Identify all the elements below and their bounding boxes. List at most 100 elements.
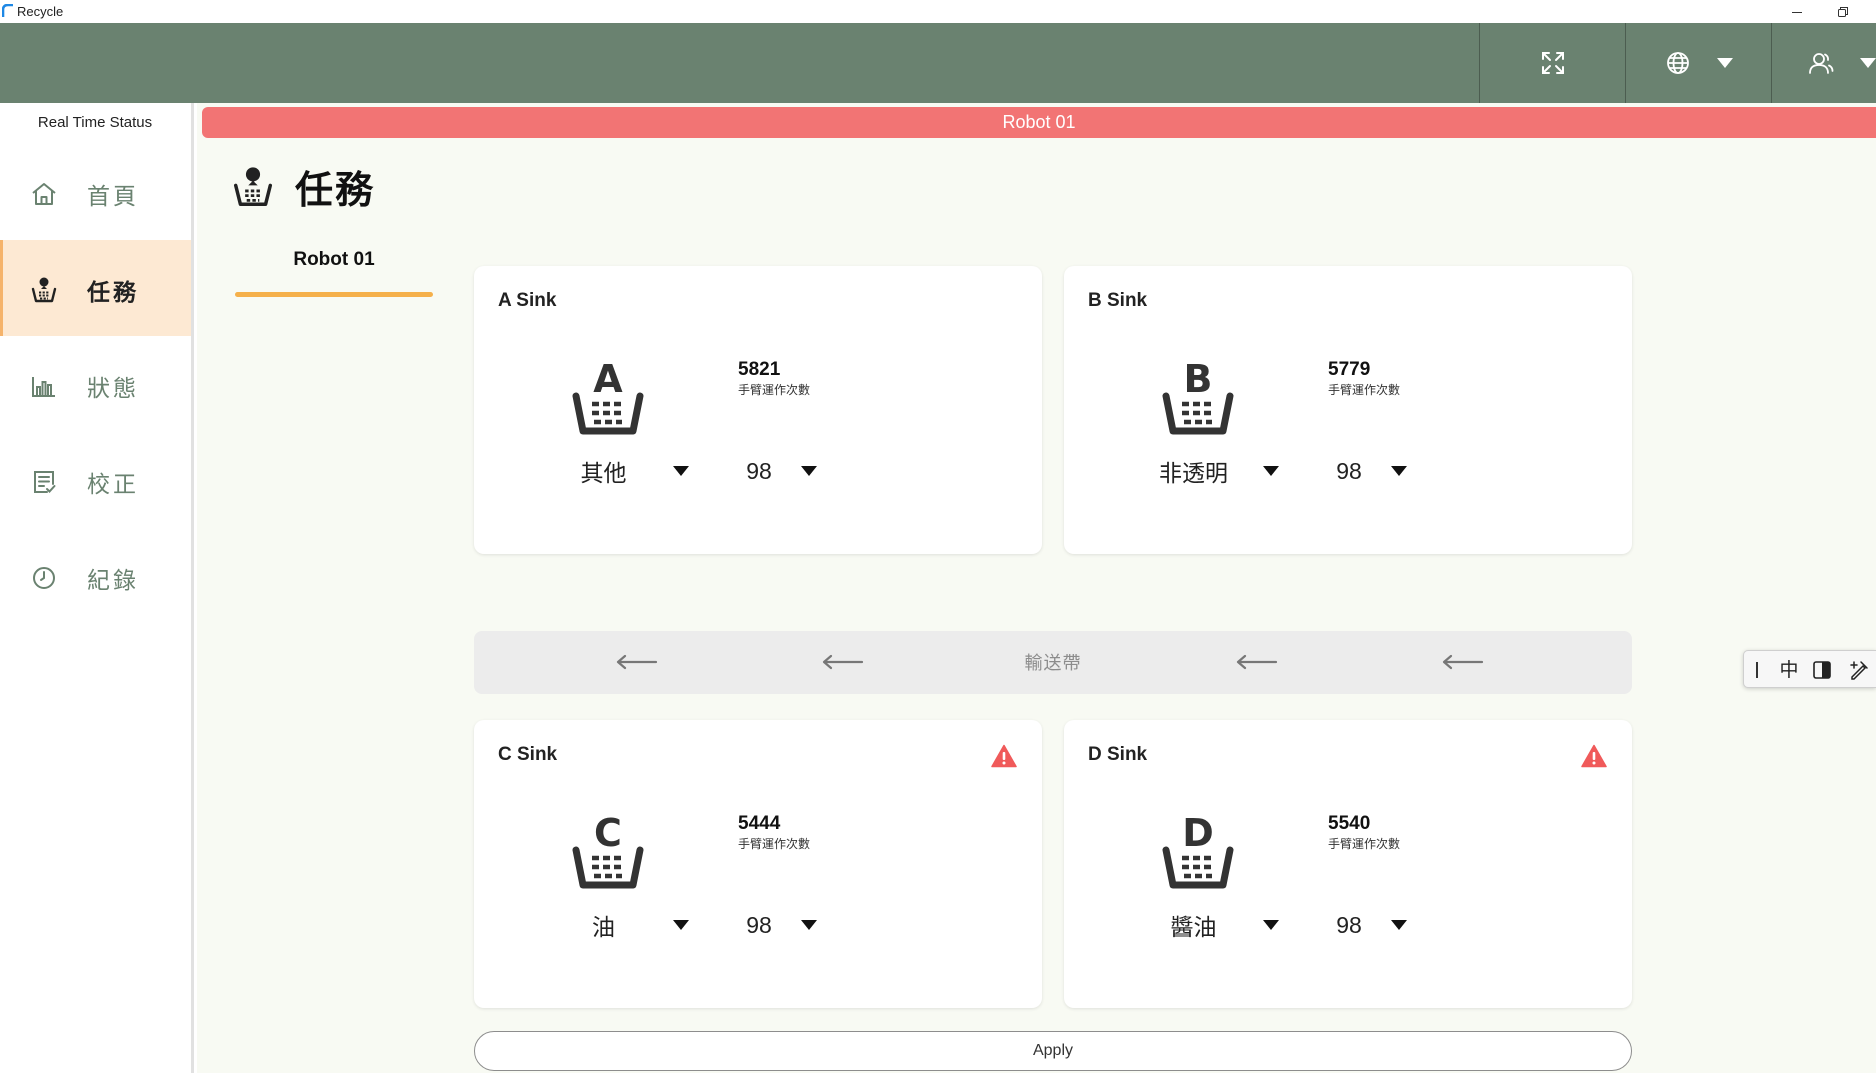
threshold-value: 98 (746, 457, 772, 484)
ime-drag-handle[interactable] (1756, 662, 1758, 678)
home-icon (30, 180, 58, 208)
robot-banner: Robot 01 (202, 107, 1876, 138)
page-header: 任務 (231, 159, 375, 214)
sink-card-c: C Sink C 5444 手臂運作次數 油 98 (474, 720, 1042, 1008)
arm-operation-count: 5540 (1328, 813, 1371, 834)
dropdown-arrow-icon (673, 466, 689, 476)
waste-type-value: 其他 (580, 461, 627, 487)
sink-card-d: D Sink D 5540 手臂運作次數 醬油 98 (1064, 720, 1632, 1008)
minimize-button[interactable] (1774, 0, 1820, 23)
basket-d-icon: D (1162, 812, 1234, 889)
sidebar-item-calibration[interactable]: 校正 (0, 432, 191, 528)
arm-operation-count-label: 手臂運作次數 (1328, 837, 1401, 851)
tab-active-indicator (235, 292, 433, 297)
basket-letter: B (1184, 358, 1213, 401)
apply-button[interactable]: Apply (474, 1031, 1632, 1071)
waste-type-value: 非透明 (1159, 461, 1228, 487)
sidebar-item-records[interactable]: 紀錄 (0, 528, 191, 624)
dropdown-arrow-icon (1263, 920, 1279, 930)
bar-chart-icon (30, 372, 58, 400)
ime-toolbar: 中 (1743, 650, 1876, 688)
dropdown-arrow-icon (1391, 466, 1407, 476)
conveyor-belt: 輸送帶 (474, 631, 1632, 694)
restore-button[interactable] (1820, 0, 1866, 23)
chevron-down-icon (1716, 58, 1733, 68)
arm-operation-count-label: 手臂運作次數 (738, 383, 811, 397)
window-titlebar: Recycle (0, 0, 1876, 23)
header-bar (0, 23, 1876, 103)
sidebar: Real Time Status 首頁 任務 狀態 校正 紀錄 (0, 103, 194, 1073)
arm-operation-count: 5444 (738, 813, 781, 834)
sink-title: B Sink (1088, 290, 1148, 311)
arrow-left-icon (1236, 654, 1278, 670)
waste-type-select[interactable]: 醬油 (1144, 909, 1279, 941)
user-menu-button[interactable] (1772, 23, 1876, 103)
arm-operation-count: 5821 (738, 359, 781, 380)
sink-title: C Sink (498, 744, 558, 765)
sink-card-a: A Sink A 5821 手臂運作次數 其他 98 (474, 266, 1042, 554)
threshold-value: 98 (746, 911, 772, 938)
sidebar-item-label: 任務 (87, 280, 139, 306)
basket-icon (30, 276, 58, 304)
sidebar-item-label: 狀態 (87, 376, 139, 402)
basket-letter: D (1182, 812, 1214, 855)
half-width-icon[interactable] (1813, 661, 1831, 679)
sidebar-item-label: 首頁 (87, 184, 139, 210)
basket-letter: A (593, 358, 623, 401)
window-title: Recycle (17, 4, 64, 19)
app-logo-icon (2, 4, 13, 17)
waste-type-value: 油 (592, 915, 615, 941)
waste-type-select[interactable]: 油 (554, 909, 689, 941)
clock-icon (30, 564, 58, 592)
page-title: 任務 (295, 168, 376, 212)
basket-letter: C (594, 812, 622, 855)
main-content: Robot 01 任務 Robot 01 A Sink A 5821 手臂運作次… (197, 103, 1876, 1073)
basket-a-icon: A (572, 358, 644, 435)
warning-icon (991, 744, 1017, 768)
sidebar-item-label: 紀錄 (87, 568, 139, 594)
threshold-select[interactable]: 98 (739, 909, 829, 941)
tab-robot-01[interactable]: Robot 01 (235, 243, 433, 297)
ime-mode-toggle[interactable]: 中 (1777, 658, 1801, 682)
threshold-value: 98 (1336, 911, 1362, 938)
basket-c-icon: C (572, 812, 644, 889)
arm-operation-count-label: 手臂運作次數 (1328, 383, 1401, 397)
sidebar-item-label: 校正 (87, 472, 139, 498)
chevron-down-icon (1860, 58, 1876, 68)
sidebar-title: Real Time Status (37, 114, 153, 131)
threshold-select[interactable]: 98 (1329, 455, 1419, 487)
arm-operation-count-label: 手臂運作次數 (738, 837, 811, 851)
dropdown-arrow-icon (801, 466, 817, 476)
sink-title: A Sink (498, 290, 557, 311)
arrow-left-icon (1442, 654, 1484, 670)
waste-type-select[interactable]: 其他 (554, 455, 689, 487)
arm-operation-count: 5779 (1328, 359, 1371, 380)
warning-icon (1581, 744, 1607, 768)
dropdown-arrow-icon (801, 920, 817, 930)
basket-b-icon: B (1162, 358, 1234, 435)
threshold-select[interactable]: 98 (1329, 909, 1419, 941)
fullscreen-button[interactable] (1480, 23, 1625, 103)
language-button[interactable] (1626, 23, 1771, 103)
checklist-icon (30, 468, 58, 496)
threshold-select[interactable]: 98 (739, 455, 829, 487)
waste-type-select[interactable]: 非透明 (1144, 455, 1279, 487)
sink-card-b: B Sink B 5779 手臂運作次數 非透明 98 (1064, 266, 1632, 554)
waste-type-value: 醬油 (1170, 915, 1217, 941)
basket-icon (233, 166, 273, 206)
sidebar-item-status[interactable]: 狀態 (0, 336, 191, 432)
threshold-value: 98 (1336, 457, 1362, 484)
globe-icon (1666, 52, 1689, 74)
minimize-icon (1792, 11, 1802, 13)
sidebar-item-task[interactable]: 任務 (0, 240, 191, 336)
restore-icon (1838, 6, 1848, 17)
fullscreen-icon (1541, 52, 1564, 74)
tab-label: Robot 01 (293, 249, 375, 270)
user-icon (1809, 53, 1834, 74)
dropdown-arrow-icon (1263, 466, 1279, 476)
dropdown-arrow-icon (673, 920, 689, 930)
sink-title: D Sink (1088, 744, 1148, 765)
dropdown-arrow-icon (1391, 920, 1407, 930)
sidebar-item-home[interactable]: 首頁 (0, 144, 191, 240)
ime-settings-icon[interactable] (1848, 659, 1870, 681)
